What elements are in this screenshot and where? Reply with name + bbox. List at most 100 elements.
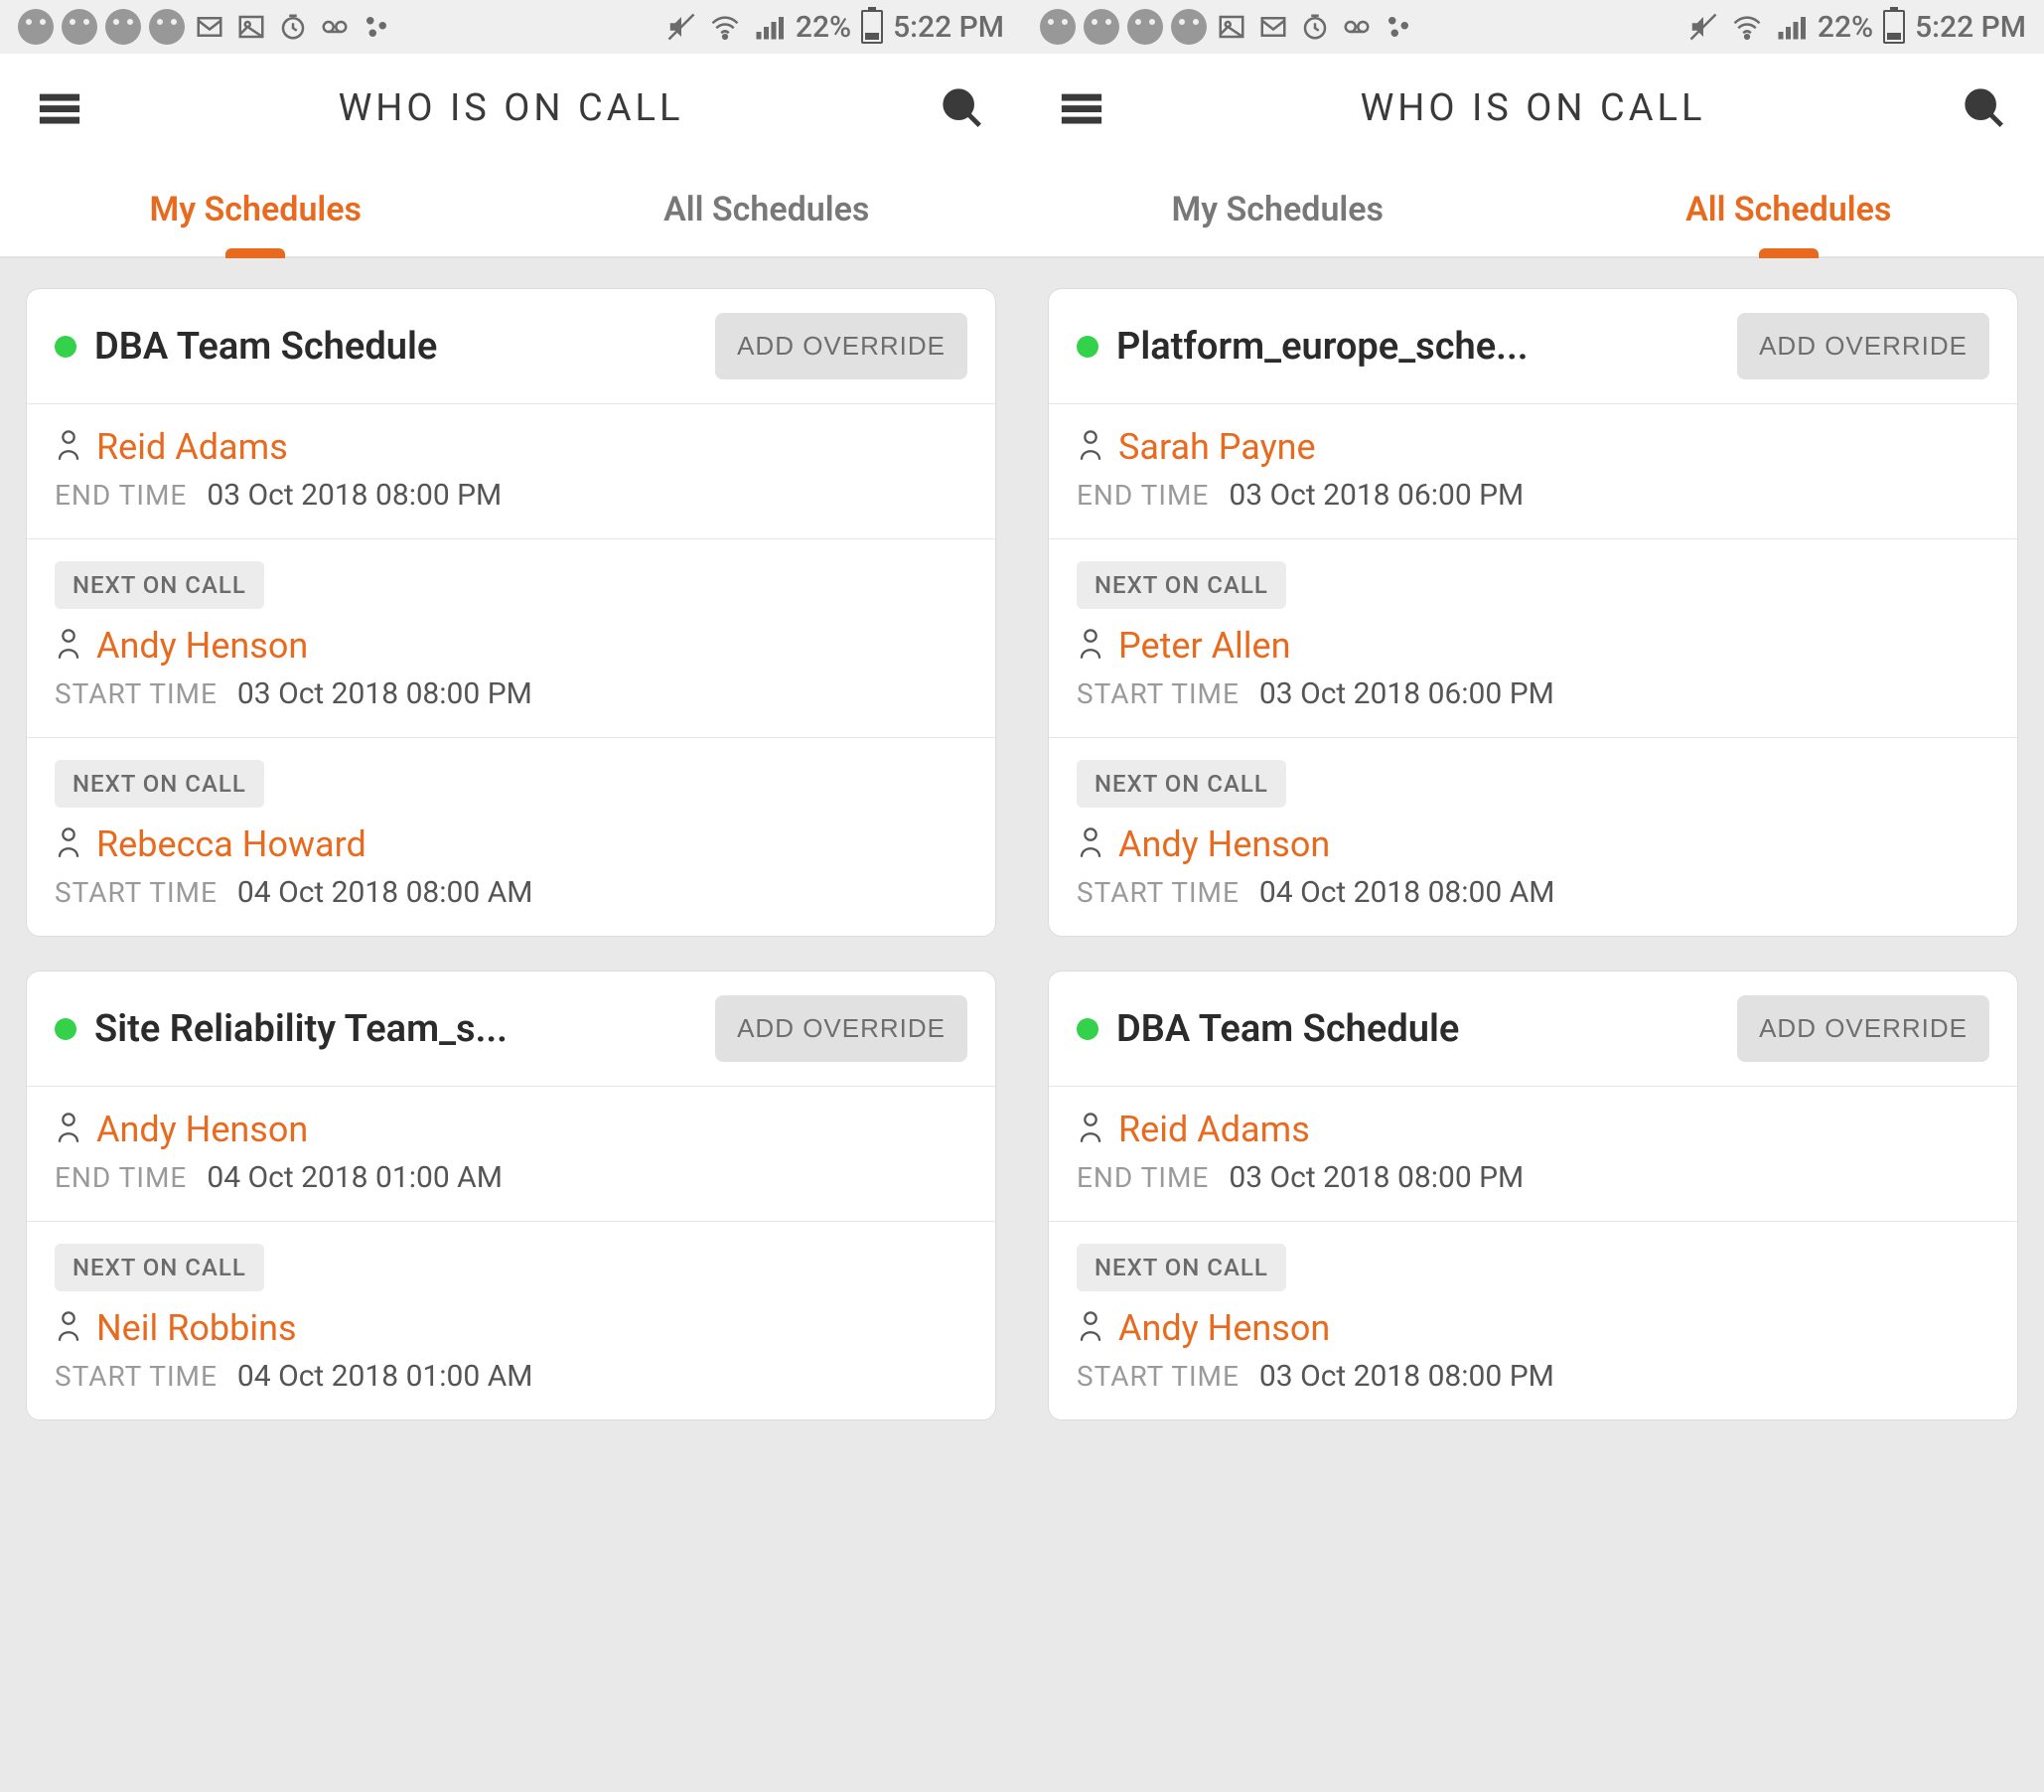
time-label: START TIME bbox=[55, 1360, 218, 1393]
page-title: WHO IS ON CALL bbox=[89, 86, 933, 130]
signal-icon bbox=[1774, 10, 1808, 44]
time-value: 03 Oct 2018 08:00 PM bbox=[237, 676, 532, 711]
app-bar: WHO IS ON CALL bbox=[0, 54, 1022, 163]
person-icon bbox=[55, 1309, 82, 1347]
notification-icon bbox=[1171, 9, 1207, 45]
mail-icon bbox=[193, 10, 226, 44]
clock-icon bbox=[1298, 10, 1332, 44]
schedule-title: Platform_europe_sche... bbox=[1116, 325, 1719, 369]
battery-icon bbox=[1883, 10, 1905, 44]
notification-icon bbox=[105, 9, 141, 45]
person: Reid Adams bbox=[55, 426, 967, 468]
time-value: 04 Oct 2018 08:00 AM bbox=[237, 875, 533, 910]
next-on-call-badge: NEXT ON CALL bbox=[1077, 1244, 1286, 1291]
image-icon bbox=[234, 10, 268, 44]
time-label: END TIME bbox=[1077, 479, 1209, 512]
content-area[interactable]: Platform_europe_sche... ADD OVERRIDE Sar… bbox=[1022, 258, 2044, 1792]
search-button[interactable] bbox=[933, 78, 992, 138]
person: Andy Henson bbox=[1077, 1307, 1989, 1349]
notification-icon bbox=[1127, 9, 1163, 45]
clock-icon bbox=[276, 10, 310, 44]
wifi-icon bbox=[708, 10, 742, 44]
mute-icon bbox=[664, 10, 698, 44]
schedule-row[interactable]: NEXT ON CALL Andy Henson START TIME 03 O… bbox=[27, 538, 995, 737]
person-name: Andy Henson bbox=[1118, 1307, 1330, 1349]
dots-icon bbox=[1382, 10, 1415, 44]
tab-all-schedules[interactable]: All Schedules bbox=[511, 163, 1023, 256]
person-name: Neil Robbins bbox=[96, 1307, 297, 1349]
card-header: Platform_europe_sche... ADD OVERRIDE bbox=[1049, 289, 2017, 403]
schedule-row[interactable]: Andy Henson END TIME 04 Oct 2018 01:00 A… bbox=[27, 1086, 995, 1221]
time-value: 03 Oct 2018 08:00 PM bbox=[1259, 1359, 1554, 1394]
time-value: 04 Oct 2018 01:00 AM bbox=[207, 1160, 503, 1195]
tab-all-schedules[interactable]: All Schedules bbox=[1533, 163, 2044, 256]
time-value: 03 Oct 2018 08:00 PM bbox=[1229, 1160, 1524, 1195]
person: Sarah Payne bbox=[1077, 426, 1989, 468]
time-value: 03 Oct 2018 06:00 PM bbox=[1229, 478, 1524, 513]
person-icon bbox=[55, 627, 82, 665]
add-override-button[interactable]: ADD OVERRIDE bbox=[715, 995, 967, 1062]
person: Andy Henson bbox=[1077, 823, 1989, 865]
schedule-row[interactable]: Reid Adams END TIME 03 Oct 2018 08:00 PM bbox=[27, 403, 995, 538]
notification-icon bbox=[62, 9, 97, 45]
image-icon bbox=[1215, 10, 1248, 44]
person-name: Rebecca Howard bbox=[96, 823, 366, 865]
add-override-button[interactable]: ADD OVERRIDE bbox=[1737, 313, 1989, 379]
notification-icon bbox=[1040, 9, 1076, 45]
person-name: Sarah Payne bbox=[1118, 426, 1316, 468]
tab-my-schedules[interactable]: My Schedules bbox=[0, 163, 511, 256]
person-icon bbox=[1077, 825, 1104, 863]
schedule-title: DBA Team Schedule bbox=[94, 325, 697, 369]
person: Andy Henson bbox=[55, 625, 967, 667]
time-value: 03 Oct 2018 06:00 PM bbox=[1259, 676, 1554, 711]
schedule-row[interactable]: NEXT ON CALL Peter Allen START TIME 03 O… bbox=[1049, 538, 2017, 737]
status-bar: 22% 5:22 PM bbox=[0, 0, 1022, 54]
schedule-row[interactable]: Sarah Payne END TIME 03 Oct 2018 06:00 P… bbox=[1049, 403, 2017, 538]
next-on-call-badge: NEXT ON CALL bbox=[55, 561, 264, 609]
schedule-card: Platform_europe_sche... ADD OVERRIDE Sar… bbox=[1048, 288, 2018, 937]
battery-percent: 22% bbox=[796, 10, 851, 45]
time-label: START TIME bbox=[55, 677, 218, 710]
person-icon bbox=[55, 428, 82, 466]
person: Peter Allen bbox=[1077, 625, 1989, 667]
add-override-button[interactable]: ADD OVERRIDE bbox=[1737, 995, 1989, 1062]
person-name: Andy Henson bbox=[96, 1109, 308, 1150]
clock: 5:22 PM bbox=[1915, 10, 2026, 45]
schedule-title: Site Reliability Team_s... bbox=[94, 1007, 697, 1051]
schedule-row[interactable]: NEXT ON CALL Andy Henson START TIME 04 O… bbox=[1049, 737, 2017, 936]
person-name: Andy Henson bbox=[1118, 823, 1330, 865]
person-icon bbox=[1077, 1309, 1104, 1347]
mail-icon bbox=[1256, 10, 1290, 44]
status-dot-icon bbox=[55, 1018, 76, 1040]
content-area[interactable]: DBA Team Schedule ADD OVERRIDE Reid Adam… bbox=[0, 258, 1022, 1792]
time-label: END TIME bbox=[55, 1161, 187, 1194]
schedule-row[interactable]: Reid Adams END TIME 03 Oct 2018 08:00 PM bbox=[1049, 1086, 2017, 1221]
voicemail-icon bbox=[318, 10, 352, 44]
status-dot-icon bbox=[1077, 1018, 1098, 1040]
next-on-call-badge: NEXT ON CALL bbox=[1077, 561, 1286, 609]
person-icon bbox=[1077, 428, 1104, 466]
time-label: START TIME bbox=[1077, 1360, 1240, 1393]
notification-icon bbox=[149, 9, 185, 45]
time-label: END TIME bbox=[55, 479, 187, 512]
menu-button[interactable] bbox=[1052, 78, 1111, 138]
schedule-card: DBA Team Schedule ADD OVERRIDE Reid Adam… bbox=[26, 288, 996, 937]
mute-icon bbox=[1686, 10, 1720, 44]
person-name: Reid Adams bbox=[1118, 1109, 1310, 1150]
schedule-row[interactable]: NEXT ON CALL Rebecca Howard START TIME 0… bbox=[27, 737, 995, 936]
search-button[interactable] bbox=[1955, 78, 2014, 138]
time-value: 03 Oct 2018 08:00 PM bbox=[207, 478, 502, 513]
page-title: WHO IS ON CALL bbox=[1111, 86, 1955, 130]
tab-my-schedules[interactable]: My Schedules bbox=[1022, 163, 1533, 256]
menu-button[interactable] bbox=[30, 78, 89, 138]
schedule-row[interactable]: NEXT ON CALL Neil Robbins START TIME 04 … bbox=[27, 1221, 995, 1419]
add-override-button[interactable]: ADD OVERRIDE bbox=[715, 313, 967, 379]
time-label: START TIME bbox=[55, 876, 218, 909]
schedule-row[interactable]: NEXT ON CALL Andy Henson START TIME 03 O… bbox=[1049, 1221, 2017, 1419]
person-icon bbox=[55, 1111, 82, 1148]
voicemail-icon bbox=[1340, 10, 1374, 44]
tab-bar: My Schedules All Schedules bbox=[1022, 163, 2044, 258]
notification-icon bbox=[1084, 9, 1119, 45]
schedule-card: Site Reliability Team_s... ADD OVERRIDE … bbox=[26, 971, 996, 1420]
time-value: 04 Oct 2018 01:00 AM bbox=[237, 1359, 533, 1394]
